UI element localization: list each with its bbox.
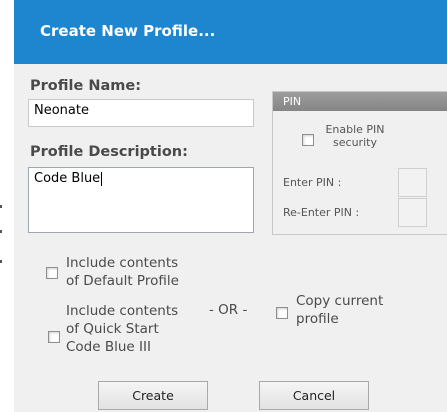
pin-group: PIN Enable PIN security Enter PIN : Re-E…: [272, 91, 447, 235]
reenter-pin-label: Re-Enter PIN :: [283, 206, 360, 219]
include-default-line2: of Default Profile: [66, 273, 179, 289]
cancel-button[interactable]: Cancel: [259, 381, 369, 410]
create-profile-dialog: Create New Profile... Profile Name: Neon…: [14, 0, 447, 412]
enter-pin-input[interactable]: [398, 168, 427, 197]
profile-description-value: Code Blue: [34, 171, 101, 186]
profile-name-input[interactable]: Neonate: [28, 99, 254, 127]
include-default-line1: Include contents: [66, 255, 179, 271]
edge-mark: [0, 260, 2, 263]
include-default-checkbox[interactable]: [46, 267, 58, 279]
copy-profile-line2: profile: [296, 311, 339, 327]
include-quick-line3: Code Blue III: [66, 339, 151, 355]
profile-name-label: Profile Name:: [30, 78, 142, 94]
edge-mark: [0, 205, 2, 208]
create-button[interactable]: Create: [98, 381, 208, 410]
copy-current-profile-checkbox[interactable]: [276, 307, 288, 319]
reenter-pin-input[interactable]: [398, 198, 427, 227]
profile-name-value: Neonate: [34, 103, 89, 118]
profile-description-textarea[interactable]: Code Blue: [28, 167, 254, 233]
enter-pin-label: Enter PIN :: [283, 176, 342, 189]
copy-profile-line1: Copy current: [296, 293, 384, 309]
include-quick-start-checkbox[interactable]: [48, 331, 60, 343]
include-quick-line2: of Quick Start: [66, 321, 159, 337]
edge-mark: [0, 230, 2, 233]
title-bar: Create New Profile...: [14, 0, 447, 64]
dialog-title: Create New Profile...: [40, 22, 216, 40]
enable-pin-label: Enable PIN security: [325, 123, 385, 149]
profile-description-label: Profile Description:: [30, 144, 188, 160]
or-separator: - OR -: [209, 302, 248, 318]
include-quick-line1: Include contents: [66, 303, 179, 319]
pin-group-header: PIN: [273, 92, 447, 111]
enable-pin-checkbox[interactable]: [302, 134, 314, 146]
text-cursor: [101, 171, 103, 186]
